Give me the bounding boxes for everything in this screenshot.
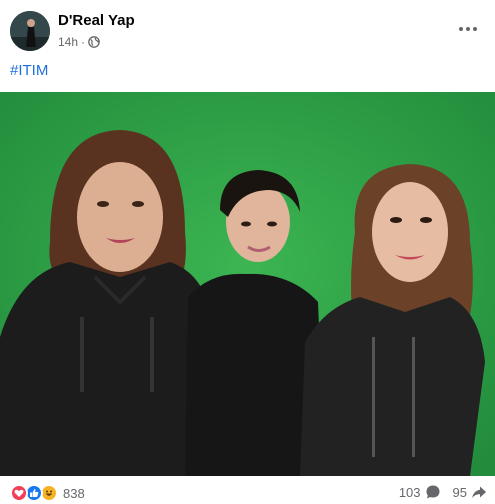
globe-icon <box>88 36 100 48</box>
more-options-icon[interactable] <box>455 18 481 40</box>
share-icon <box>472 486 486 498</box>
reaction-count: 838 <box>63 485 85 501</box>
reactions-summary[interactable]: 838 <box>10 484 85 502</box>
post-stats: 103 95 <box>387 484 487 500</box>
hashtag-link[interactable]: #ITIM <box>10 62 48 79</box>
share-stat[interactable]: 95 <box>453 484 487 500</box>
post-time[interactable]: 14h <box>58 35 78 49</box>
post-card: D'Real Yap 14h · #ITIM 838 103 95 <box>0 0 495 504</box>
post-photo[interactable] <box>0 92 495 476</box>
post-footer: 838 103 95 <box>0 476 495 504</box>
post-caption: #ITIM <box>10 62 48 79</box>
comment-icon <box>426 485 440 499</box>
love-icon <box>10 484 28 502</box>
post-header: D'Real Yap 14h · <box>0 0 495 58</box>
post-meta: 14h · <box>58 35 100 49</box>
author-name[interactable]: D'Real Yap <box>58 12 135 29</box>
author-avatar[interactable] <box>10 11 50 51</box>
meta-separator: · <box>81 35 86 49</box>
comment-stat[interactable]: 103 <box>399 484 441 500</box>
comment-count: 103 <box>398 484 421 500</box>
share-count: 95 <box>452 484 467 500</box>
